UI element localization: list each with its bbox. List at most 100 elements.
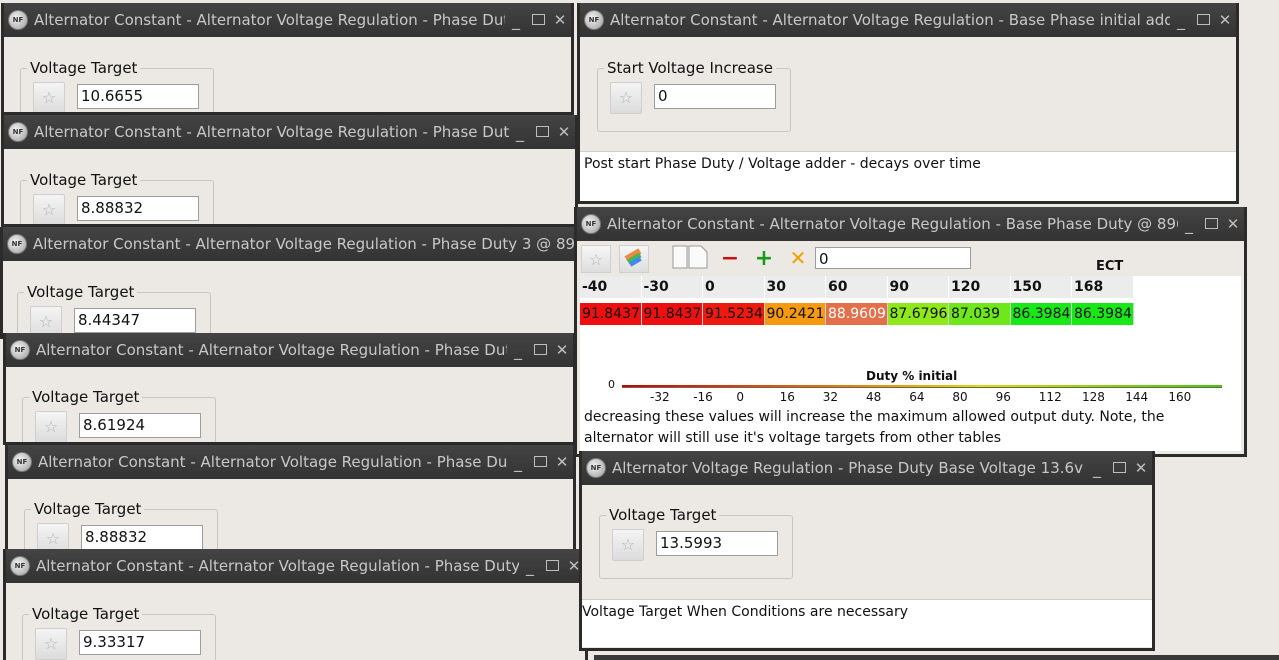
toolbar-value-input[interactable]: 0 <box>815 247 971 269</box>
graph-x-ticks: -32 -16 0 16 32 48 64 80 96 112 128 144 160 <box>580 390 1241 404</box>
close-icon[interactable]: ✕ <box>549 11 571 29</box>
phase-duty-5b-window: NF Alternator Constant - Alternator Volt… <box>3 549 588 660</box>
paint-icon[interactable] <box>619 245 649 273</box>
favorite-star-icon[interactable]: ☆ <box>612 529 644 561</box>
maximize-icon[interactable] <box>1200 215 1222 233</box>
favorite-star-icon[interactable]: ☆ <box>33 194 65 224</box>
base-phase-additive-window: NF Alternator Constant - Alternator Volt… <box>577 3 1239 204</box>
description-text: decreasing these values will increase th… <box>580 405 1241 451</box>
title-bar[interactable]: NF Alternator Constant - Alternator Volt… <box>6 549 585 583</box>
group-legend: Start Voltage Increase <box>604 59 776 77</box>
table-cell[interactable]: 87.6796 <box>887 303 949 325</box>
description-text: Voltage Target When Conditions are neces… <box>582 599 1152 647</box>
window-title: Alternator Constant - Alternator Voltage… <box>36 341 507 359</box>
column-header: 90 <box>887 276 949 298</box>
minus-icon[interactable]: − <box>715 245 745 273</box>
favorite-star-icon[interactable]: ☆ <box>35 411 67 442</box>
table-cell[interactable]: 90.2421 <box>764 303 826 325</box>
maximize-icon[interactable] <box>531 123 553 141</box>
x-tick-label: 144 <box>1125 390 1149 404</box>
app-logo-icon: NF <box>581 214 601 234</box>
voltage-target-group: Voltage Target ☆ 13.5993 <box>599 506 793 579</box>
minimize-icon[interactable]: _ <box>1170 11 1192 30</box>
table-cell[interactable]: 86.3984 <box>1072 303 1134 325</box>
title-bar[interactable]: NF Alternator Constant - Alternator Volt… <box>580 3 1236 37</box>
title-bar[interactable]: NF Alternator Constant - Alternator Volt… <box>577 207 1244 241</box>
x-tick-label: 0 <box>736 390 745 404</box>
title-bar[interactable]: NF Alternator Constant - Alternator Volt… <box>4 3 571 37</box>
voltage-target-input[interactable]: 8.61924 <box>79 413 201 438</box>
x-tick-label: 16 <box>779 390 795 404</box>
table-cell[interactable]: 88.9609 <box>826 303 888 325</box>
minimize-icon[interactable]: _ <box>1086 459 1108 478</box>
close-icon[interactable]: ✕ <box>1222 215 1244 233</box>
voltage-target-input[interactable]: 9.33317 <box>79 630 201 655</box>
close-icon[interactable]: ✕ <box>551 341 573 359</box>
new-doc-icon[interactable] <box>683 245 713 273</box>
start-voltage-input[interactable]: 0 <box>654 84 776 109</box>
title-bar[interactable]: NF Alternator Constant - Alternator Volt… <box>4 115 575 149</box>
close-icon[interactable]: ✕ <box>1214 11 1236 29</box>
close-icon[interactable]: ✕ <box>1130 459 1152 477</box>
voltage-target-input[interactable]: 13.5993 <box>656 531 778 556</box>
minimize-icon[interactable]: _ <box>505 11 527 30</box>
title-bar[interactable]: NF Alternator Voltage Regulation - Phase… <box>582 451 1152 485</box>
table-cell[interactable]: 91.5234 <box>703 303 765 325</box>
group-legend: Voltage Target <box>29 388 143 406</box>
maximize-icon[interactable] <box>1108 459 1130 477</box>
title-bar[interactable]: NF Alternator Constant - Alternator Volt… <box>8 445 573 479</box>
minimize-icon[interactable]: _ <box>507 453 529 472</box>
favorite-star-icon[interactable]: ☆ <box>35 628 67 660</box>
close-icon[interactable]: ✕ <box>553 123 575 141</box>
voltage-target-input[interactable]: 8.88832 <box>81 525 203 550</box>
voltage-target-input[interactable]: 10.6655 <box>77 84 199 109</box>
voltage-target-group: Voltage Target ☆ 10.6655 <box>20 59 214 112</box>
table-area: ECT -40 -30 0 30 60 90 120 150 168 91.8437 91.843… <box>580 259 1241 368</box>
column-header: -30 <box>641 276 703 298</box>
group-legend: Voltage Target <box>31 500 145 518</box>
axis-label: ECT <box>1096 259 1124 274</box>
phase-duty-2-window: NF Alternator Constant - Alternator Volt… <box>1 115 578 227</box>
minimize-icon[interactable]: _ <box>507 341 529 360</box>
maximize-icon[interactable] <box>527 11 549 29</box>
voltage-target-group: Voltage Target ☆ 9.33317 <box>22 605 216 660</box>
group-legend: Voltage Target <box>29 605 143 623</box>
table-cell[interactable]: 87.039 <box>949 303 1011 325</box>
voltage-target-input[interactable]: 8.88832 <box>77 196 199 221</box>
window-title: Alternator Constant - Alternator Voltage… <box>38 453 507 471</box>
column-header: 30 <box>764 276 826 298</box>
app-logo-icon: NF <box>10 556 30 576</box>
table-cell[interactable]: 86.3984 <box>1010 303 1072 325</box>
close-icon[interactable]: ✕ <box>551 453 573 471</box>
base-phase-duty-table-window: NF Alternator Constant - Alternator Volt… <box>574 207 1247 457</box>
column-header: 168 <box>1072 276 1134 298</box>
voltage-target-input[interactable]: 8.44347 <box>74 308 196 333</box>
title-bar[interactable]: NF Alternator Constant - Alternator Volt… <box>6 333 573 367</box>
maximize-icon[interactable] <box>1192 11 1214 29</box>
x-tick-label: -16 <box>693 390 713 404</box>
x-tick-label: 96 <box>995 390 1011 404</box>
favorite-star-icon[interactable]: ☆ <box>610 82 642 114</box>
plus-icon[interactable]: + <box>749 245 779 273</box>
minimize-icon[interactable]: _ <box>1178 215 1200 234</box>
minimize-icon[interactable]: _ <box>519 557 541 576</box>
window-title: Alternator Constant - Alternator Voltage… <box>34 123 509 141</box>
table-toolbar: ☆ − + ✕ 0 <box>579 243 1244 273</box>
minimize-icon[interactable]: _ <box>509 123 531 142</box>
table-cell[interactable]: 91.8437 <box>580 303 642 325</box>
favorite-star-icon[interactable]: ☆ <box>33 82 65 112</box>
app-logo-icon: NF <box>10 340 30 360</box>
graph-area: Duty % initial 0 -32 -16 0 16 32 48 64 80 96 112 1… <box>580 368 1241 405</box>
table-cell[interactable]: 91.8437 <box>641 303 703 325</box>
x-tick-label: 64 <box>909 390 925 404</box>
multiply-icon[interactable]: ✕ <box>783 245 813 273</box>
maximize-icon[interactable] <box>541 557 563 575</box>
title-bar[interactable]: NF Alternator Constant - Alternator Volt… <box>3 227 577 261</box>
star-icon[interactable]: ☆ <box>581 245 611 273</box>
column-header: 0 <box>703 276 765 298</box>
maximize-icon[interactable] <box>529 341 551 359</box>
voltage-target-group: Voltage Target ☆ 8.88832 <box>20 171 214 224</box>
graph-x-axis <box>622 387 1222 388</box>
maximize-icon[interactable] <box>529 453 551 471</box>
x-tick-label: 32 <box>822 390 839 404</box>
